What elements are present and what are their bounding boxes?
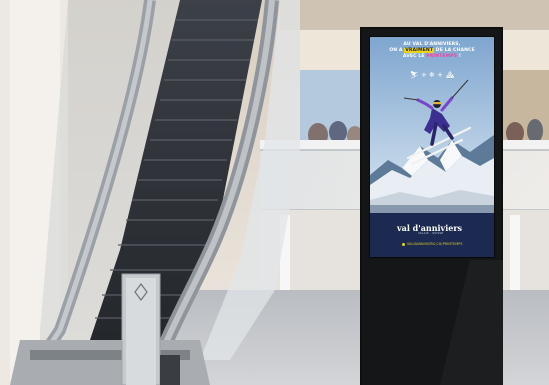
poster-url-text: VALDANNIVIERS.CH/PRINTEMPS — [407, 242, 463, 246]
headline-line3-pre: AVEC LE — [402, 54, 427, 59]
headline-line2-pre: ON A — [389, 48, 405, 53]
headline-line3-post: ! — [457, 54, 462, 59]
poster-brand-tagline: VALAIS · SUISSE — [418, 232, 444, 235]
headline-highlight: VRAIMENT — [404, 48, 435, 53]
poster-pictograms: ⛷ + ❄ + ⛰ — [409, 71, 455, 79]
headline-pink-word: PRINTEMPS — [426, 54, 458, 59]
mall-photo: AU VAL D'ANNIVIERS, ON A VRAIMENT DE LA … — [0, 0, 549, 385]
headline-line2-post: DE LA CHANCE — [434, 48, 475, 53]
poster-headline: AU VAL D'ANNIVIERS, ON A VRAIMENT DE LA … — [370, 42, 494, 60]
poster-url: VALDANNIVIERS.CH/PRINTEMPS — [402, 242, 463, 246]
url-bullet-icon — [402, 242, 405, 246]
poster-headline-line3: AVEC LE PRINTEMPS ! — [370, 54, 494, 60]
ceiling — [280, 0, 549, 30]
poster-band — [370, 213, 494, 257]
